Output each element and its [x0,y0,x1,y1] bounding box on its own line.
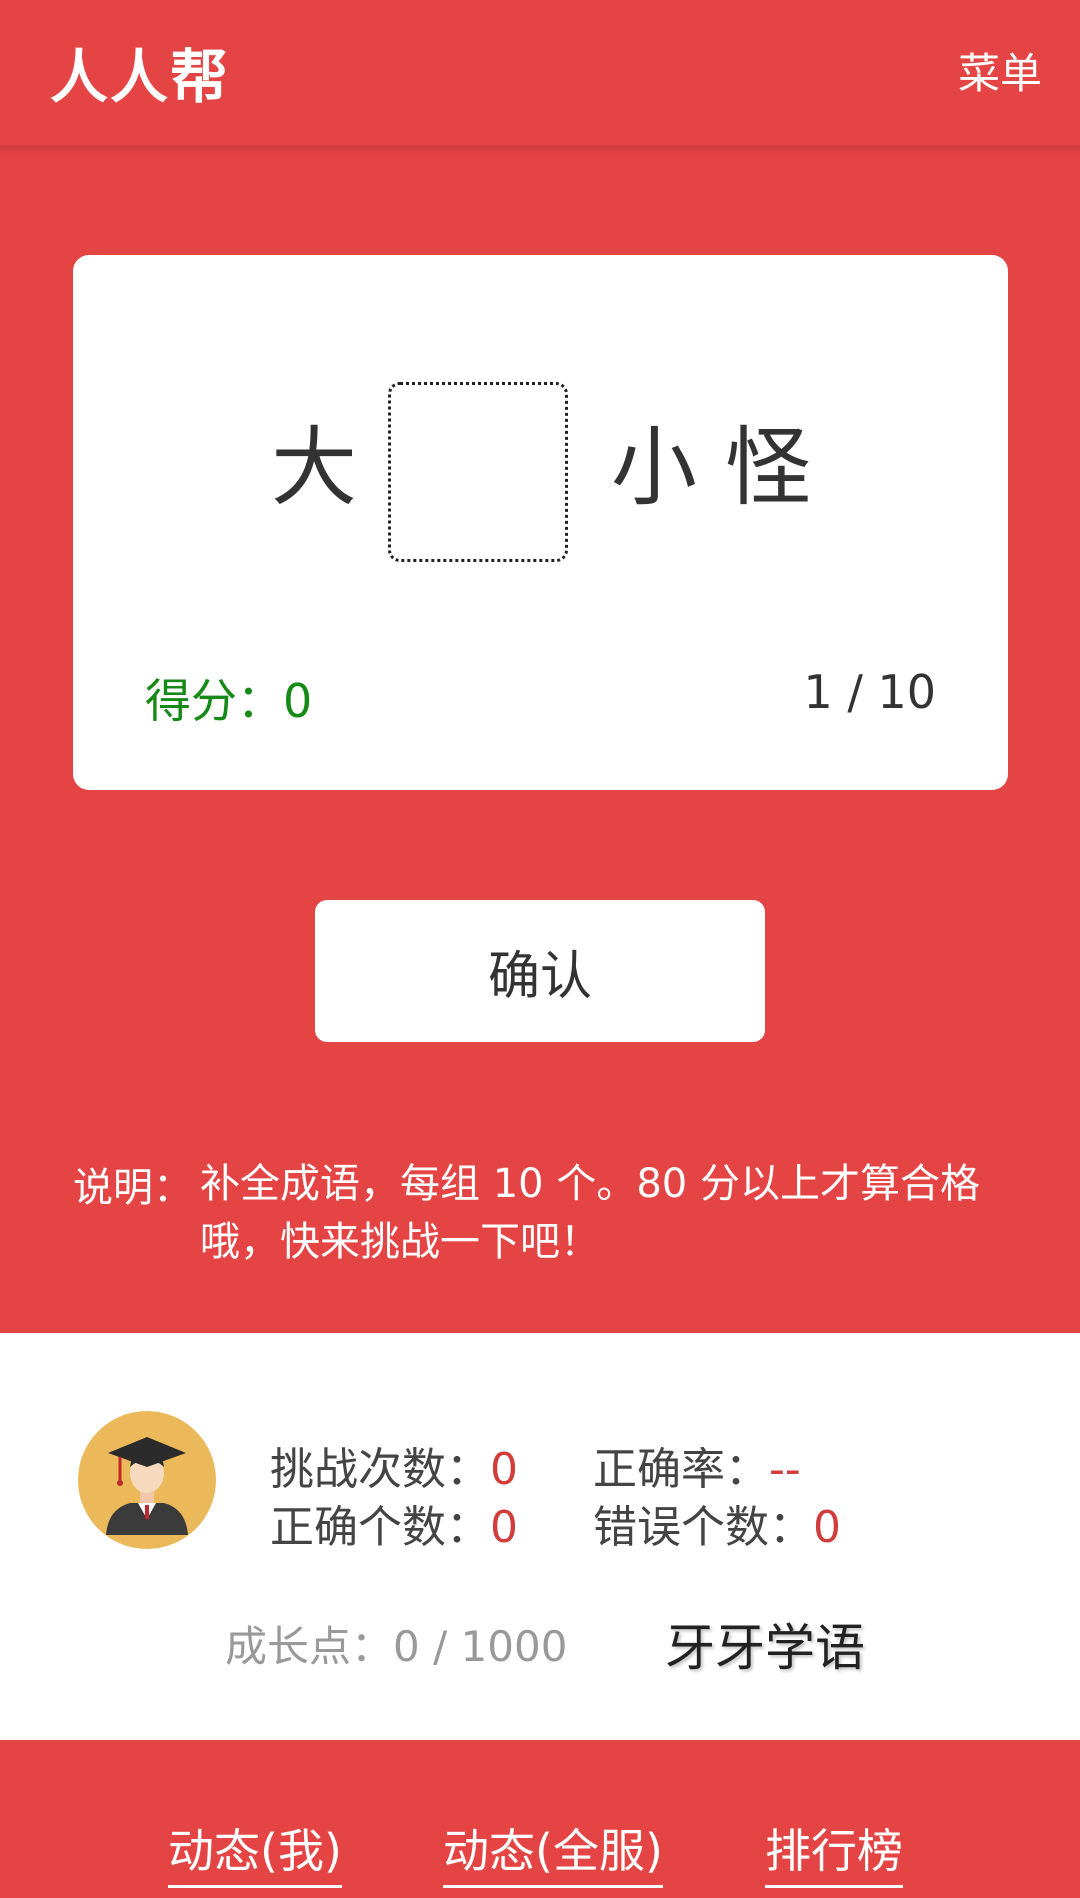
instructions-label: 说明： [73,1165,193,1211]
idiom-char-1: 大 [271,418,357,518]
accuracy-label: 正确率： [593,1444,769,1495]
nav-my-feed[interactable]: 动态(我) [168,1815,342,1888]
wrong-count-stat: 错误个数：0 [593,1491,841,1555]
instructions-text: 补全成语，每组 10 个。80 分以上才算合格哦，快来挑战一下吧！ [200,1161,980,1265]
wrong-label: 错误个数： [593,1502,813,1553]
score: 得分：0 [145,665,312,731]
app-title: 人人帮 [50,43,231,111]
growth-value: 0 / 1000 [393,1622,568,1671]
accuracy-value: -- [769,1444,801,1495]
correct-count-stat: 正确个数：0 [270,1491,518,1555]
score-value: 0 [283,674,313,728]
idiom-char-4: 怪 [725,418,811,518]
nav-leaderboard[interactable]: 排行榜 [765,1815,903,1888]
stats-panel: 挑战次数：0 正确率：-- 正确个数：0 错误个数：0 成长点：0 / 1000… [0,1333,1080,1740]
question-progress: 1 / 10 [803,665,936,719]
menu-button[interactable]: 菜单 [958,40,1042,101]
bottom-nav: 动态(我) 动态(全服) 排行榜 [0,1740,1080,1898]
puzzle-card: 大 小 怪 得分：0 1 / 10 [73,255,1008,790]
wrong-value: 0 [813,1502,841,1553]
correct-label: 正确个数： [270,1502,490,1553]
growth-label: 成长点： [225,1622,394,1671]
level-name: 牙牙学语 [665,1619,865,1677]
confirm-button[interactable]: 确认 [315,900,765,1042]
nav-all-feed[interactable]: 动态(全服) [443,1815,663,1888]
answer-blank-input[interactable] [388,382,568,562]
growth-points: 成长点：0 / 1000 [225,1613,567,1674]
correct-value: 0 [490,1502,518,1553]
attempts-stat: 挑战次数：0 [270,1433,518,1497]
graduate-avatar-icon [78,1411,216,1549]
app-header: 人人帮 菜单 [0,0,1080,145]
idiom-char-3: 小 [611,418,697,518]
attempts-label: 挑战次数： [270,1444,490,1495]
attempts-value: 0 [490,1444,518,1495]
score-label: 得分： [145,674,283,728]
accuracy-stat: 正确率：-- [593,1433,801,1497]
header-shadow [0,145,1080,157]
